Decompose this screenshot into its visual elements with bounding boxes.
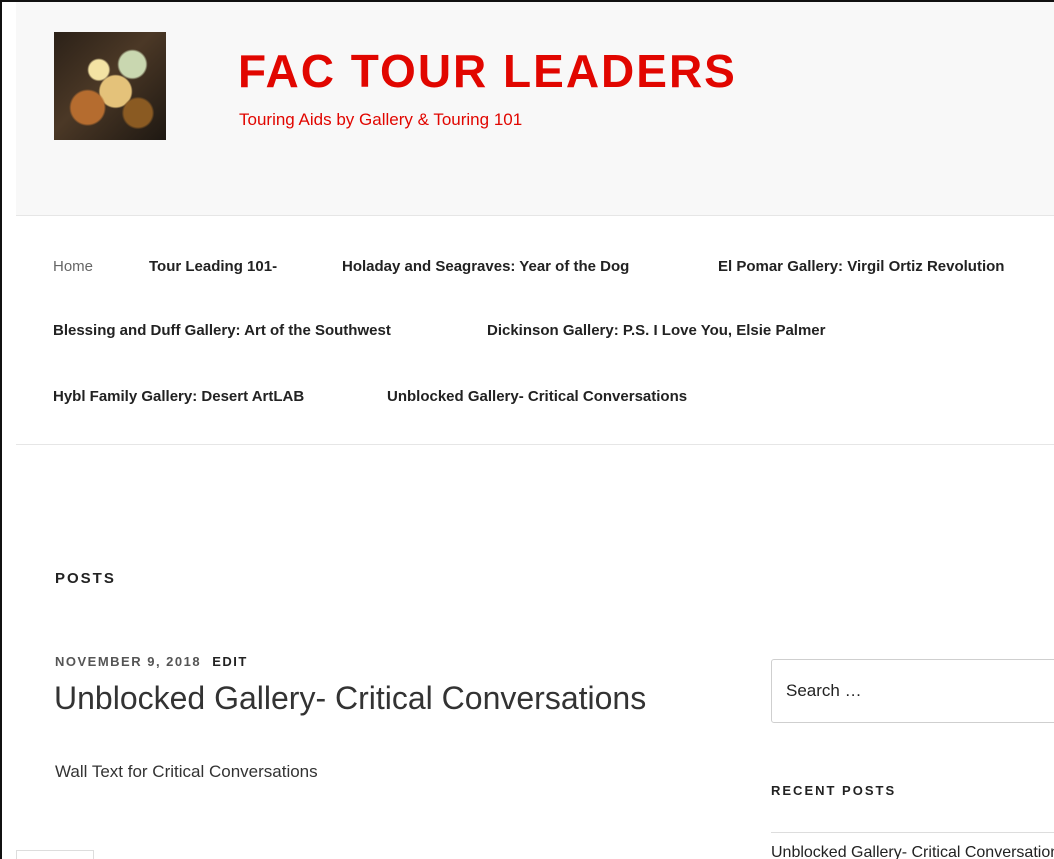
edit-link[interactable]: EDIT xyxy=(212,654,248,669)
partial-widget-box xyxy=(16,850,94,859)
posts-heading: POSTS xyxy=(55,570,116,587)
search-input[interactable] xyxy=(771,659,1054,723)
site-header: FAC TOUR LEADERS Touring Aids by Gallery… xyxy=(16,2,1054,216)
nav-item-hybl-family-gallery[interactable]: Hybl Family Gallery: Desert ArtLAB xyxy=(53,388,304,405)
recent-post-item[interactable]: Unblocked Gallery- Critical Conversation… xyxy=(771,844,1054,859)
nav-item-dickinson-gallery[interactable]: Dickinson Gallery: P.S. I Love You, Elsi… xyxy=(487,322,825,339)
post-excerpt: Wall Text for Critical Conversations xyxy=(55,762,318,781)
recent-posts-heading: RECENT POSTS xyxy=(771,783,897,798)
nav-item-holaday-seagraves[interactable]: Holaday and Seagraves: Year of the Dog xyxy=(342,258,629,275)
site-logo[interactable] xyxy=(54,32,166,140)
nav-item-tour-leading-101[interactable]: Tour Leading 101- xyxy=(149,258,277,275)
recent-posts-divider xyxy=(771,832,1054,833)
nav-item-el-pomar-gallery[interactable]: El Pomar Gallery: Virgil Ortiz Revolutio… xyxy=(718,258,1004,275)
nav-item-unblocked-gallery[interactable]: Unblocked Gallery- Critical Conversation… xyxy=(387,388,687,405)
site-tagline: Touring Aids by Gallery & Touring 101 xyxy=(239,110,523,129)
post-meta: NOVEMBER 9, 2018 EDIT xyxy=(55,654,248,669)
nav-item-blessing-duff-gallery[interactable]: Blessing and Duff Gallery: Art of the So… xyxy=(53,322,391,339)
page-frame: FAC TOUR LEADERS Touring Aids by Gallery… xyxy=(0,0,1054,859)
main-navigation: Home Tour Leading 101- Holaday and Seagr… xyxy=(16,216,1054,445)
post-title[interactable]: Unblocked Gallery- Critical Conversation… xyxy=(54,680,646,717)
post-date[interactable]: NOVEMBER 9, 2018 xyxy=(55,654,201,669)
nav-item-home[interactable]: Home xyxy=(53,258,93,275)
site-title[interactable]: FAC TOUR LEADERS xyxy=(238,44,737,98)
